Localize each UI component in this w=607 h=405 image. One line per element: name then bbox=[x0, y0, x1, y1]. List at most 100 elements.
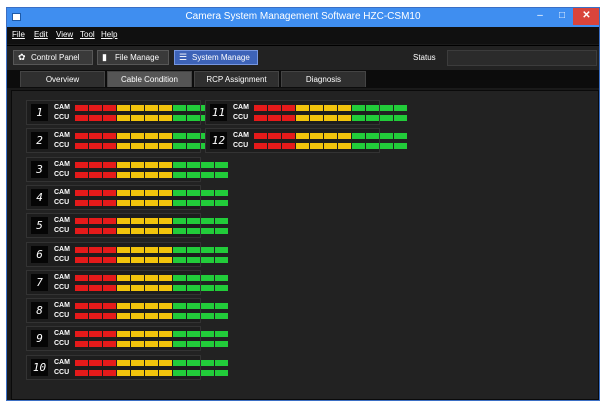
meter-segment bbox=[215, 303, 228, 310]
maximize-button[interactable]: □ bbox=[551, 8, 573, 25]
system-manage-button[interactable]: ☰ System Manage bbox=[174, 50, 258, 65]
meter-segment bbox=[75, 105, 88, 111]
meter-segment bbox=[215, 228, 228, 235]
ccu-label: CCU bbox=[54, 255, 70, 263]
meter-segment bbox=[173, 189, 186, 196]
ccu-label: CCU bbox=[54, 312, 70, 320]
meter-segment bbox=[117, 341, 130, 348]
meter-segment bbox=[201, 331, 214, 338]
menu-edit[interactable]: Edit bbox=[34, 30, 48, 39]
meter-segment bbox=[145, 359, 158, 366]
meter-segment bbox=[187, 246, 200, 253]
meter-segment bbox=[75, 161, 88, 168]
cam-level-meter bbox=[75, 189, 228, 196]
meter-segment bbox=[310, 133, 323, 140]
meter-segment bbox=[131, 218, 144, 225]
meter-segment bbox=[254, 115, 267, 121]
meter-segment bbox=[145, 199, 158, 206]
meter-segment bbox=[89, 341, 102, 348]
meter-segment bbox=[75, 218, 88, 225]
meter-segment bbox=[159, 359, 172, 366]
title-bar[interactable]: Camera System Management Software HZC-CS… bbox=[7, 8, 599, 27]
meter-segment bbox=[159, 228, 172, 235]
meter-segment bbox=[145, 274, 158, 281]
meter-segment bbox=[89, 359, 102, 366]
meter-segment bbox=[173, 133, 186, 140]
ccu-level-meter bbox=[75, 143, 228, 150]
meter-segment bbox=[89, 246, 102, 253]
meter-segment bbox=[394, 143, 407, 150]
meter-segment bbox=[117, 313, 130, 320]
tab-overview[interactable]: Overview bbox=[20, 71, 105, 87]
cam-level-meter bbox=[75, 133, 228, 140]
meter-segment bbox=[89, 199, 102, 206]
meter-segment bbox=[159, 105, 172, 111]
minimize-button[interactable]: – bbox=[529, 8, 551, 25]
menu-view[interactable]: View bbox=[56, 30, 73, 39]
cam-level-meter bbox=[75, 161, 228, 168]
meter-segment bbox=[131, 161, 144, 168]
meter-segment bbox=[201, 228, 214, 235]
cam-label: CAM bbox=[54, 330, 70, 338]
meter-segment bbox=[173, 246, 186, 253]
meter-segment bbox=[201, 218, 214, 225]
meter-segment bbox=[131, 359, 144, 366]
menu-help[interactable]: Help bbox=[101, 30, 117, 39]
meter-segment bbox=[201, 246, 214, 253]
camera-panel: 8 CAM CCU bbox=[26, 298, 228, 324]
ccu-level-meter bbox=[75, 199, 228, 206]
meter-segment bbox=[215, 171, 228, 178]
tab-diagnosis[interactable]: Diagnosis bbox=[281, 71, 366, 87]
meter-segment bbox=[201, 199, 214, 206]
meter-segment bbox=[159, 331, 172, 338]
meter-segment bbox=[117, 115, 130, 121]
meter-segment bbox=[366, 133, 379, 140]
meter-segment bbox=[215, 161, 228, 168]
control-panel-button[interactable]: ✿ Control Panel bbox=[13, 50, 93, 65]
file-manage-button[interactable]: ▮ File Manage bbox=[97, 50, 169, 65]
meter-segment bbox=[215, 359, 228, 366]
meter-segment bbox=[89, 171, 102, 178]
menu-file[interactable]: File bbox=[12, 30, 25, 39]
meter-segment bbox=[215, 199, 228, 206]
meter-segment bbox=[268, 143, 281, 150]
meter-segment bbox=[131, 274, 144, 281]
meter-segment bbox=[117, 105, 130, 111]
ccu-label: CCU bbox=[54, 198, 70, 206]
camera-number: 6 bbox=[31, 245, 48, 263]
meter-segment bbox=[215, 331, 228, 338]
meter-segment bbox=[215, 284, 228, 291]
meter-segment bbox=[187, 359, 200, 366]
meter-segment bbox=[103, 161, 116, 168]
meter-segment bbox=[145, 161, 158, 168]
meter-segment bbox=[296, 143, 309, 150]
meter-segment bbox=[75, 143, 88, 150]
meter-segment bbox=[187, 189, 200, 196]
meter-segment bbox=[159, 143, 172, 150]
meter-segment bbox=[89, 189, 102, 196]
meter-segment bbox=[268, 115, 281, 121]
meter-segment bbox=[145, 313, 158, 320]
meter-segment bbox=[75, 228, 88, 235]
camera-number: 2 bbox=[31, 132, 48, 150]
camera-number: 11 bbox=[210, 104, 227, 121]
meter-segment bbox=[201, 341, 214, 348]
meter-segment bbox=[268, 133, 281, 140]
close-button[interactable]: ✕ bbox=[573, 8, 599, 25]
meter-segment bbox=[173, 369, 186, 376]
tab-rcp-assignment[interactable]: RCP Assignment bbox=[194, 71, 279, 87]
meter-segment bbox=[145, 246, 158, 253]
meter-segment bbox=[75, 313, 88, 320]
ccu-label: CCU bbox=[54, 340, 70, 348]
meter-segment bbox=[145, 284, 158, 291]
menu-bar: File Edit View Tool Help bbox=[7, 27, 599, 44]
meter-segment bbox=[159, 115, 172, 121]
meter-segment bbox=[201, 256, 214, 263]
meter-segment bbox=[282, 115, 295, 121]
tab-cable-condition[interactable]: Cable Condition bbox=[107, 71, 192, 87]
cam-label: CAM bbox=[54, 188, 70, 196]
meter-segment bbox=[324, 115, 337, 121]
meter-segment bbox=[103, 115, 116, 121]
menu-tool[interactable]: Tool bbox=[80, 30, 95, 39]
meter-segment bbox=[89, 133, 102, 140]
